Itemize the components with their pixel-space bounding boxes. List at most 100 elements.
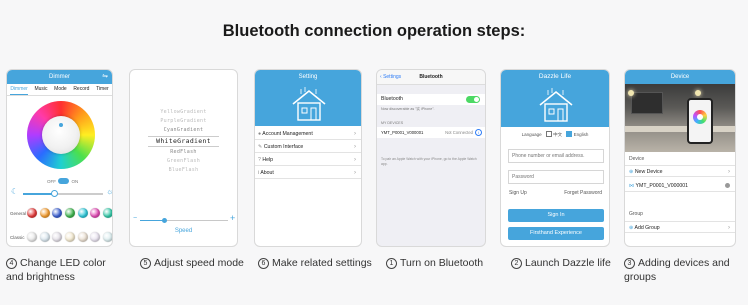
general-color-swatch[interactable] xyxy=(27,208,37,218)
on-label: ON xyxy=(71,179,79,184)
discoverable-text: Now discoverable as "实 iPhone". xyxy=(381,107,435,111)
general-color-swatch[interactable] xyxy=(77,208,88,218)
dimmer-title-bar: Dimmer ⇋ xyxy=(7,70,112,84)
brightness-slider[interactable] xyxy=(23,190,103,197)
general-color-swatch[interactable] xyxy=(90,208,101,218)
plus-icon[interactable]: + xyxy=(230,213,235,223)
checkbox-chinese[interactable] xyxy=(545,131,552,137)
general-label: General xyxy=(10,211,27,216)
tab-mode[interactable]: Mode xyxy=(54,84,67,95)
tab-record[interactable]: Record xyxy=(73,84,89,95)
info-circle-icon[interactable]: i xyxy=(475,129,482,136)
general-color-swatch[interactable] xyxy=(64,208,75,218)
classic-color-swatch[interactable] xyxy=(77,232,88,242)
general-color-swatch[interactable] xyxy=(52,208,63,218)
speed-slider[interactable] xyxy=(140,218,228,223)
caption-step-4: 4 Change LED color and brightness xyxy=(6,256,126,284)
brightness-thumb[interactable] xyxy=(51,190,58,197)
chevron-right-icon: › xyxy=(354,144,356,150)
dimmer-title: Dimmer xyxy=(49,74,70,80)
minus-icon[interactable]: − xyxy=(133,215,137,222)
language-label: Language xyxy=(521,132,542,137)
speed-mode-item[interactable]: BlueFlash xyxy=(130,166,237,175)
off-label: OFF xyxy=(47,179,56,184)
color-wheel[interactable] xyxy=(27,101,95,169)
chevron-right-icon: › xyxy=(728,169,730,175)
classic-color-swatch[interactable] xyxy=(90,232,101,242)
sign-up-link[interactable]: Sign Up xyxy=(509,190,527,196)
color-picker-dot[interactable] xyxy=(59,123,63,127)
tab-timer[interactable]: Timer xyxy=(96,84,109,95)
speed-mode-item[interactable]: YellowGradient xyxy=(130,108,237,117)
firsthand-experience-button[interactable]: Firsthand Experience xyxy=(508,227,604,240)
classic-label: Classic xyxy=(10,235,25,240)
caption-text: Adding devices and groups xyxy=(624,257,730,283)
caption-text: Launch Dazzle life xyxy=(525,257,611,269)
chevron-right-icon: › xyxy=(354,157,356,163)
forget-password-link[interactable]: Forget Password xyxy=(564,190,602,196)
speed-mode-item[interactable]: RedFlash xyxy=(130,148,237,157)
chevron-right-icon: › xyxy=(354,131,356,137)
settings-item-custom[interactable]: ✎ Custom Interface › xyxy=(255,141,361,153)
user-icon: ● xyxy=(258,131,262,137)
new-device-row[interactable]: ⊕ New Device › xyxy=(625,165,735,177)
device-status-dot[interactable] xyxy=(725,183,730,188)
settings-item-account[interactable]: ● Account Management › xyxy=(255,128,361,140)
checkbox-english[interactable] xyxy=(566,131,573,137)
devices-title-bar: Device xyxy=(625,70,735,84)
dimmer-tab-bar: Dimmer Music Mode Record Timer xyxy=(7,84,112,96)
device-row[interactable]: YMT_P0001_V000001 Not Connected i xyxy=(377,127,485,138)
password-input[interactable] xyxy=(508,170,604,184)
settings-item-about[interactable]: i About › xyxy=(255,167,361,179)
mode-list[interactable]: YellowGradient PurpleGradient CyanGradient… xyxy=(130,108,237,175)
general-color-swatch[interactable] xyxy=(39,208,50,218)
caption-text: Make related settings xyxy=(272,257,372,269)
classic-color-swatch[interactable] xyxy=(27,232,37,242)
help-icon: ? xyxy=(258,157,261,163)
share-icon[interactable]: ⇋ xyxy=(102,70,108,84)
color-wheel-knob[interactable] xyxy=(42,116,80,154)
speed-mode-item[interactable]: CyanGradient xyxy=(130,126,237,135)
back-button[interactable]: ‹ Settings xyxy=(380,70,401,84)
dazzle-login-screen: Dazzle Life Language 中文 English Sign Up … xyxy=(500,69,610,247)
tab-dimmer[interactable]: Dimmer xyxy=(10,84,28,95)
plus-circle-icon: ⊕ xyxy=(629,169,634,175)
house-logo xyxy=(292,87,326,121)
devices-title: Device xyxy=(670,74,690,80)
step-number: 4 xyxy=(6,258,17,269)
phone-email-input[interactable] xyxy=(508,149,604,163)
classic-color-swatch[interactable] xyxy=(52,232,63,242)
bluetooth-toggle[interactable] xyxy=(466,96,480,103)
add-group-row[interactable]: ⊕ Add Group › xyxy=(625,221,735,233)
device-row[interactable]: ⋈ YMT_P0001_V000001 xyxy=(625,180,735,192)
classic-color-swatch[interactable] xyxy=(64,232,75,242)
nav-bar: ‹ Settings Bluetooth xyxy=(377,70,485,85)
settings-item-label: Account Management xyxy=(262,131,313,137)
settings-item-label: About xyxy=(260,170,274,176)
settings-item-label: Help xyxy=(262,157,274,163)
caption-step-6: 6 Make related settings xyxy=(258,256,373,270)
speed-thumb[interactable] xyxy=(162,218,168,223)
classic-color-swatch[interactable] xyxy=(102,232,112,242)
dimmer-screen: Dimmer ⇋ Dimmer Music Mode Record Timer … xyxy=(6,69,113,247)
caption-step-1: 1 Turn on Bluetooth xyxy=(386,256,496,270)
caption-step-5: 5 Adjust speed mode xyxy=(140,256,250,270)
speed-mode-item[interactable]: PurpleGradient xyxy=(130,117,237,126)
tab-music[interactable]: Music xyxy=(34,84,47,95)
classic-color-swatch[interactable] xyxy=(39,232,50,242)
section-header: MY DEVICES xyxy=(381,121,404,125)
speed-label: Speed xyxy=(174,228,193,234)
kitchen-photo xyxy=(625,84,735,152)
settings-item-help[interactable]: ? Help › xyxy=(255,154,361,166)
caption-text: Turn on Bluetooth xyxy=(400,257,484,269)
general-color-swatch[interactable] xyxy=(102,208,112,218)
power-toggle[interactable]: OFF ON xyxy=(47,178,78,184)
speed-screen: YellowGradient PurpleGradient CyanGradient… xyxy=(129,69,238,247)
moon-icon: ☾ xyxy=(11,187,19,196)
language-row: Language 中文 English xyxy=(501,131,609,138)
sign-in-button[interactable]: Sign In xyxy=(508,209,604,222)
device-name: YMT_P0001_V000001 xyxy=(635,183,689,189)
speed-mode-item[interactable]: GreenFlash xyxy=(130,157,237,166)
step-number: 2 xyxy=(511,258,522,269)
speed-mode-item[interactable]: WhiteGradient xyxy=(148,136,219,147)
